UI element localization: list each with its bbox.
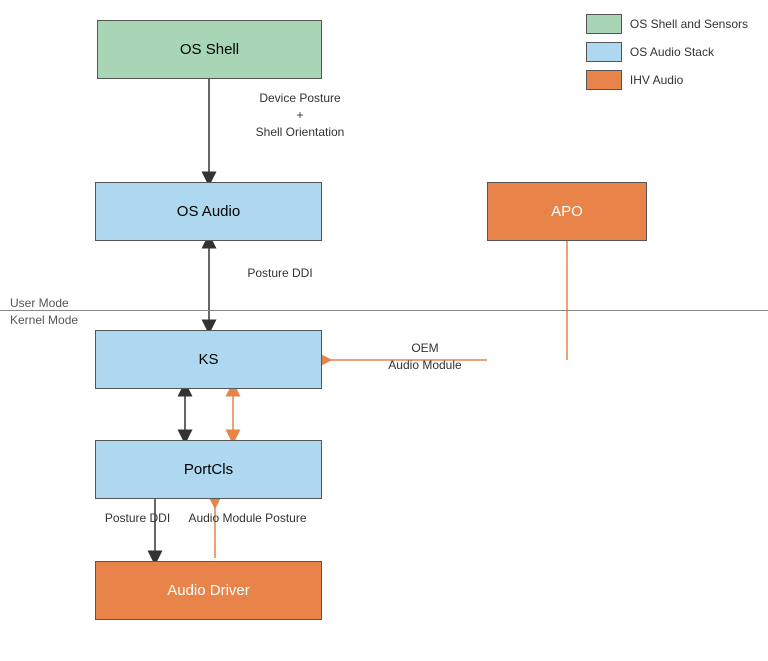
legend-item-os-audio: OS Audio Stack	[586, 42, 748, 62]
legend-item-ihv-audio: IHV Audio	[586, 70, 748, 90]
audio-driver-box: Audio Driver	[95, 561, 322, 620]
legend-color-os-audio	[586, 42, 622, 62]
legend: OS Shell and Sensors OS Audio Stack IHV …	[586, 14, 748, 90]
oem-audio-module-label: OEMAudio Module	[365, 340, 485, 374]
os-audio-label: OS Audio	[177, 203, 240, 220]
audio-module-posture-label: Audio Module Posture	[175, 510, 320, 527]
kernel-mode-label: Kernel Mode	[10, 313, 78, 327]
audio-driver-label: Audio Driver	[167, 582, 250, 599]
legend-color-ihv-audio	[586, 70, 622, 90]
portcls-box: PortCls	[95, 440, 322, 499]
mode-divider-line	[0, 310, 768, 311]
os-shell-label: OS Shell	[180, 41, 239, 58]
legend-color-os-shell	[586, 14, 622, 34]
ks-box: KS	[95, 330, 322, 389]
portcls-label: PortCls	[184, 461, 233, 478]
os-shell-box: OS Shell	[97, 20, 322, 79]
posture-ddi-upper-label: Posture DDI	[225, 265, 335, 282]
user-mode-label: User Mode	[10, 296, 69, 310]
os-audio-box: OS Audio	[95, 182, 322, 241]
legend-label-os-shell: OS Shell and Sensors	[630, 17, 748, 31]
diagram-container: OS Shell OS Audio KS PortCls Audio Drive…	[0, 0, 768, 661]
posture-ddi-lower-label: Posture DDI	[100, 510, 175, 527]
ks-label: KS	[198, 351, 218, 368]
legend-item-os-shell: OS Shell and Sensors	[586, 14, 748, 34]
device-posture-label: Device Posture+Shell Orientation	[230, 90, 370, 140]
apo-box: APO	[487, 182, 647, 241]
apo-label: APO	[551, 203, 583, 220]
legend-label-ihv-audio: IHV Audio	[630, 73, 683, 87]
legend-label-os-audio: OS Audio Stack	[630, 45, 714, 59]
